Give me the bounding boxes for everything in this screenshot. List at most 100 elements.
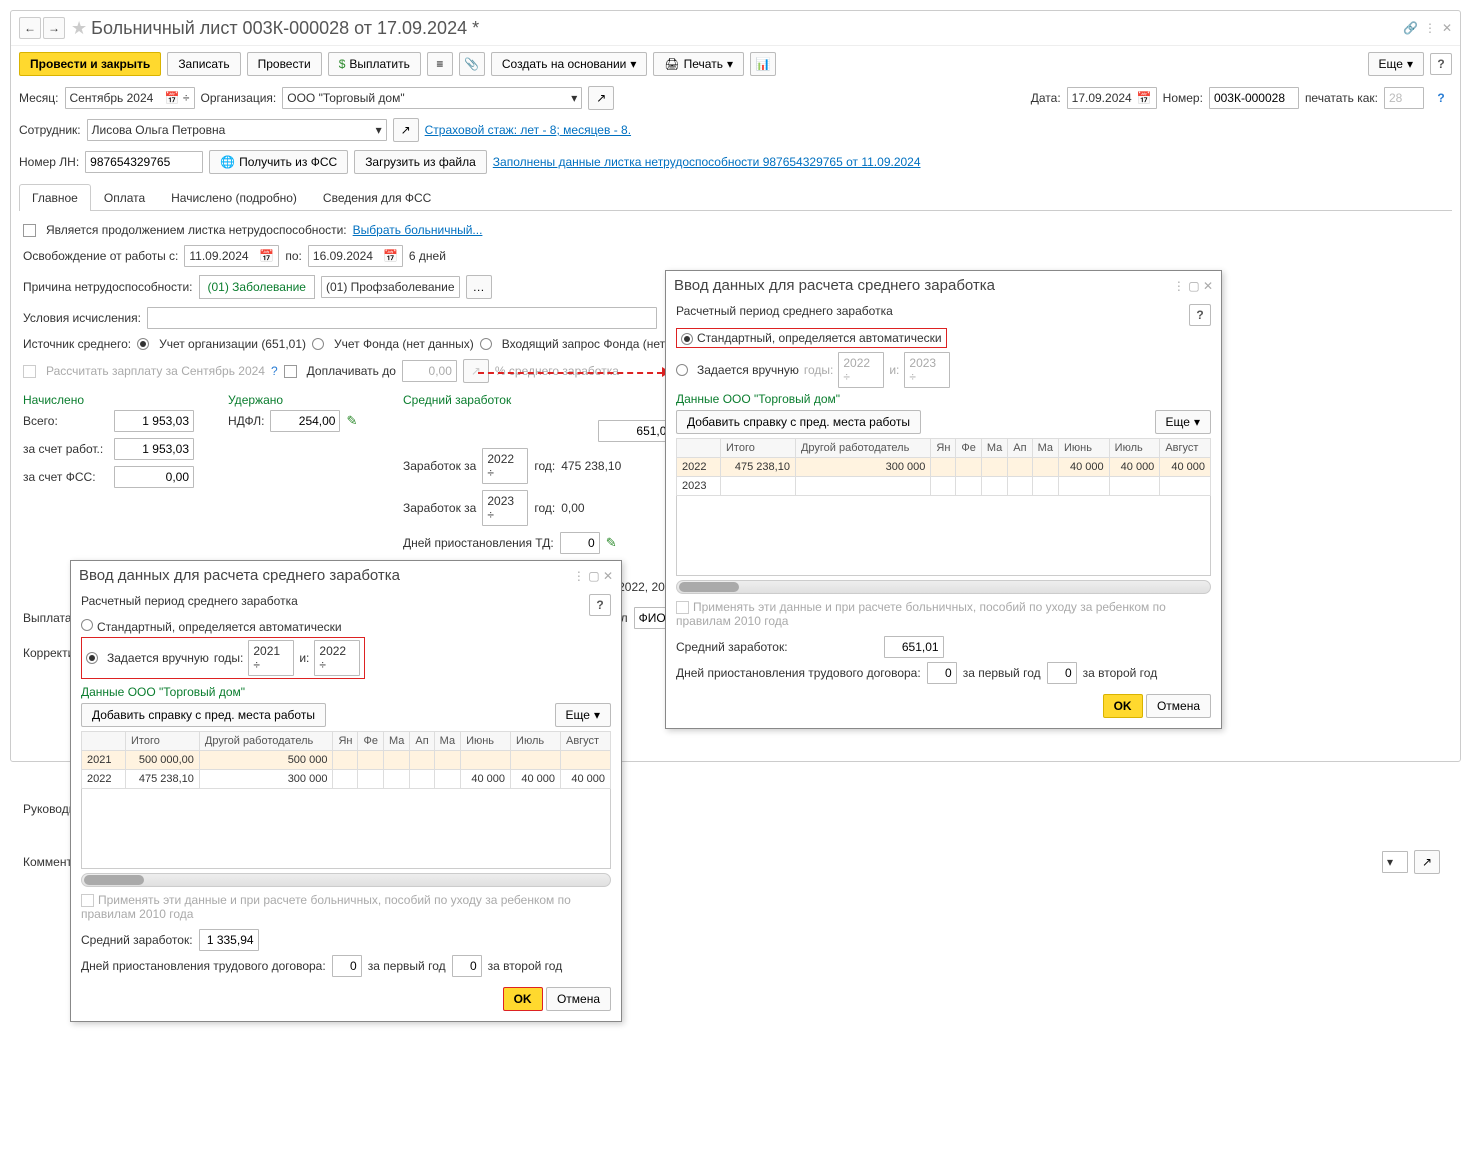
date-field[interactable]: 17.09.2024📅 <box>1067 87 1157 109</box>
hscroll-l[interactable] <box>81 873 611 887</box>
opt-manual-radio-l[interactable] <box>86 652 98 664</box>
add-ref-button-r[interactable]: Добавить справку с пред. места работы <box>676 410 921 434</box>
popup-right-help[interactable]: ? <box>1189 304 1211 326</box>
list-icon-button[interactable]: ≡ <box>427 52 453 76</box>
tab-accrued-detail[interactable]: Начислено (подробно) <box>158 184 310 211</box>
by-employer-label: за счет работ.: <box>23 442 108 456</box>
load-from-file-button[interactable]: Загрузить из файла <box>354 150 487 174</box>
more-button-l[interactable]: Еще ▾ <box>555 703 611 727</box>
reason1-field[interactable]: (01) Заболевание <box>199 275 315 299</box>
off-from-field[interactable]: 11.09.2024📅 <box>184 245 279 267</box>
table-row[interactable]: 2022 475 238,10 300 000 40 000 40 000 40… <box>677 458 1211 477</box>
ln-filled-link[interactable]: Заполнены данные листка нетрудоспособнос… <box>493 155 921 169</box>
nav-fwd-button[interactable]: → <box>43 17 65 39</box>
data-org-l: Данные ООО "Торговый дом" <box>81 685 611 699</box>
more-button[interactable]: Еще ▾ <box>1368 52 1424 76</box>
org-field[interactable]: ООО "Торговый дом"▾ <box>282 87 582 109</box>
write-button[interactable]: Записать <box>167 52 240 76</box>
ndfl-edit-icon[interactable]: ✎ <box>346 413 357 429</box>
is-continuation-checkbox[interactable] <box>23 224 36 237</box>
link-icon[interactable]: 🔗 <box>1403 21 1418 35</box>
apply-2010-label-l: Применять эти данные и при расчете больн… <box>81 893 571 921</box>
opt-std-radio-r[interactable] <box>681 333 693 345</box>
pay-extra-checkbox[interactable] <box>284 365 297 378</box>
post-button[interactable]: Провести <box>247 52 322 76</box>
cancel-button-r[interactable]: Отмена <box>1146 694 1211 718</box>
by-employer-field[interactable] <box>114 438 194 460</box>
org-open-button[interactable]: ↗ <box>588 86 614 110</box>
tab-main[interactable]: Главное <box>19 184 91 211</box>
more-label: Еще <box>1379 57 1403 71</box>
attach-icon-button[interactable]: 📎 <box>459 52 485 76</box>
earn-year2-field[interactable]: 2023 ÷ <box>482 490 528 526</box>
pay-button[interactable]: $Выплатить <box>328 52 421 76</box>
num-field[interactable] <box>1209 87 1299 109</box>
table-row[interactable]: 2022 475 238,10 300 000 40 000 40 000 40… <box>82 770 611 789</box>
by-fss-field[interactable] <box>114 466 194 488</box>
pick-ln-link[interactable]: Выбрать больничный... <box>353 223 483 237</box>
avg-field-l[interactable] <box>199 929 259 951</box>
recalc-help[interactable]: ? <box>271 364 278 378</box>
susp1-field-r[interactable] <box>927 662 957 684</box>
print-button[interactable]: 🖨 Печать ▾ <box>653 52 744 76</box>
avg-field-r[interactable] <box>884 636 944 658</box>
susp-edit-icon[interactable]: ✎ <box>606 535 617 551</box>
src-fund-radio[interactable] <box>312 338 324 350</box>
calc-cond-field[interactable] <box>147 307 657 329</box>
comment-dd[interactable]: ▾ <box>1382 851 1408 873</box>
create-based-on-button[interactable]: Создать на основании ▾ <box>491 52 648 76</box>
table-row[interactable]: 2021 500 000,00 500 000 <box>82 751 611 770</box>
ok-button-l[interactable]: OK <box>503 987 543 1011</box>
susp2-field-r[interactable] <box>1047 662 1077 684</box>
report-icon-button[interactable]: 📊 <box>750 52 776 76</box>
earn-year1-field[interactable]: 2022 ÷ <box>482 448 528 484</box>
table-row[interactable]: 2023 <box>677 477 1211 496</box>
add-ref-button-l[interactable]: Добавить справку с пред. места работы <box>81 703 326 727</box>
menu-icon[interactable]: ⋮ <box>1424 21 1436 35</box>
popup-right-max-icon[interactable]: ▢ <box>1188 279 1199 293</box>
more-button-r[interactable]: Еще ▾ <box>1155 410 1211 434</box>
popup-right-close-icon[interactable]: ✕ <box>1203 279 1213 293</box>
year2-field-l[interactable]: 2022 ÷ <box>314 640 360 676</box>
favorite-star-icon[interactable]: ★ <box>71 18 87 39</box>
popup-left-help[interactable]: ? <box>589 594 611 616</box>
help-icon[interactable]: ? <box>1430 87 1452 109</box>
src-org-radio[interactable] <box>137 338 149 350</box>
off-to-field[interactable]: 16.09.2024📅 <box>308 245 403 267</box>
susp1-field-l[interactable] <box>332 955 362 977</box>
emp-field[interactable]: Лисова Ольга Петровна▾ <box>87 119 387 141</box>
earnings-table-r[interactable]: Итого Другой работодатель Ян Фе Ма Ап Ма… <box>676 438 1211 576</box>
hscroll-r[interactable] <box>676 580 1211 594</box>
src-fund-label: Учет Фонда (нет данных) <box>334 337 474 351</box>
ok-button-r[interactable]: OK <box>1103 694 1143 718</box>
help-button[interactable]: ? <box>1430 53 1452 75</box>
ln-field[interactable] <box>85 151 203 173</box>
tab-fss[interactable]: Сведения для ФСС <box>310 184 444 211</box>
post-and-close-button[interactable]: Провести и закрыть <box>19 52 161 76</box>
get-from-fss-button[interactable]: 🌐 Получить из ФСС <box>209 150 348 174</box>
cancel-button-l[interactable]: Отмена <box>546 987 611 1011</box>
reason2-field[interactable]: (01) Профзаболевание <box>321 276 460 298</box>
ndfl-field[interactable] <box>270 410 340 432</box>
susp-days-field[interactable] <box>560 532 600 554</box>
nav-back-button[interactable]: ← <box>19 17 41 39</box>
src-incoming-radio[interactable] <box>480 338 492 350</box>
popup-left-menu-icon[interactable]: ⋮ <box>573 569 585 583</box>
close-icon[interactable]: ✕ <box>1442 21 1452 35</box>
popup-left-close-icon[interactable]: ✕ <box>603 569 613 583</box>
popup-right-menu-icon[interactable]: ⋮ <box>1173 279 1185 293</box>
popup-left-max-icon[interactable]: ▢ <box>588 569 599 583</box>
num-label: Номер: <box>1163 91 1203 105</box>
opt-manual-radio-r[interactable] <box>676 364 688 376</box>
seniority-link[interactable]: Страховой стаж: лет - 8; месяцев - 8. <box>425 123 631 137</box>
total-field[interactable] <box>114 410 194 432</box>
susp2-field-l[interactable] <box>452 955 482 977</box>
tab-payment[interactable]: Оплата <box>91 184 158 211</box>
opt-std-radio-l[interactable] <box>81 619 93 631</box>
year1-field-l[interactable]: 2021 ÷ <box>248 640 294 676</box>
month-field[interactable]: Сентябрь 2024📅 ÷ <box>65 87 195 109</box>
emp-open-button[interactable]: ↗ <box>393 118 419 142</box>
earnings-table-l[interactable]: Итого Другой работодатель Ян Фе Ма Ап Ма… <box>81 731 611 869</box>
reason-more-button[interactable]: … <box>466 275 492 299</box>
comment-open[interactable]: ↗ <box>1414 850 1440 874</box>
